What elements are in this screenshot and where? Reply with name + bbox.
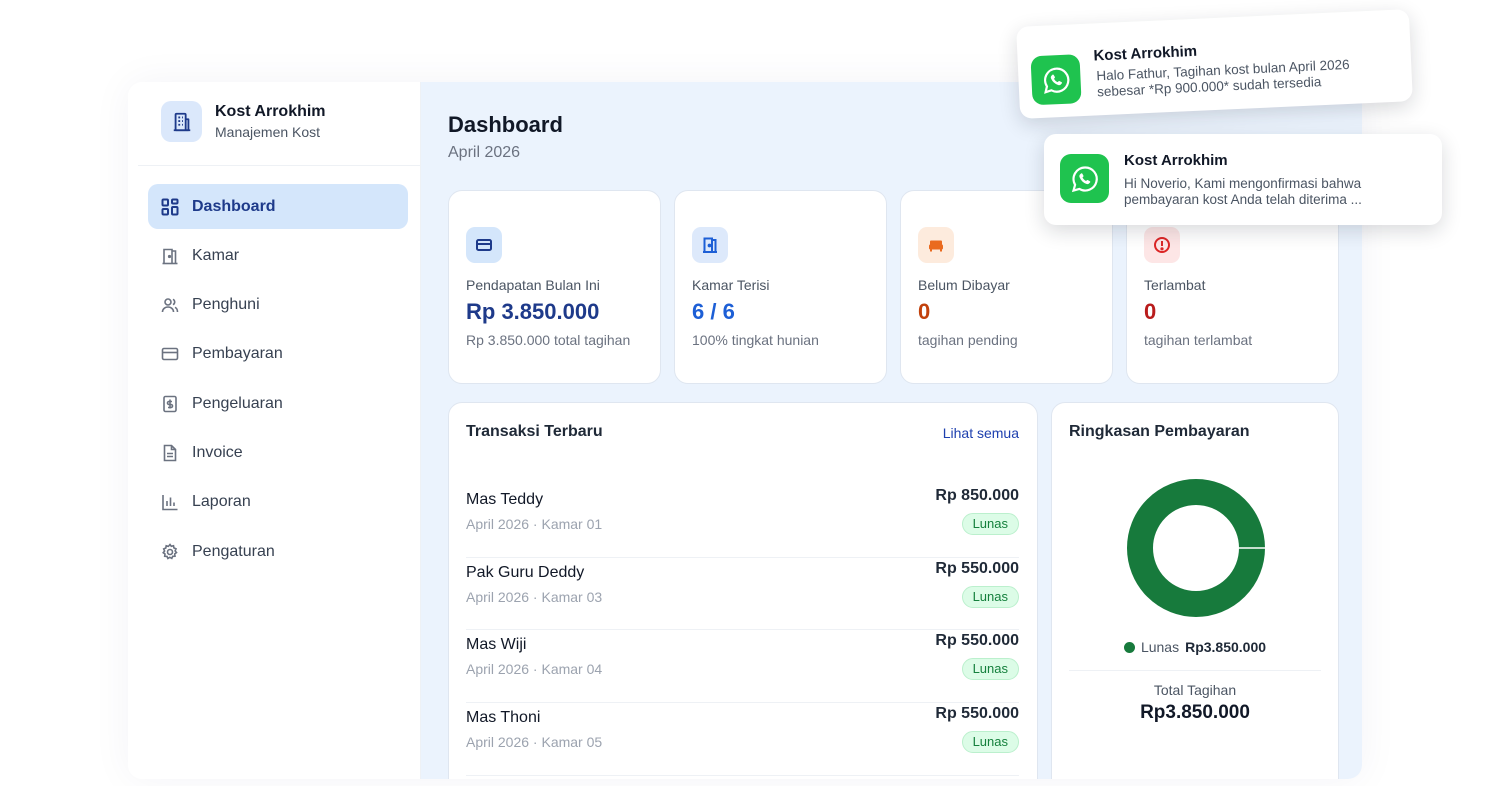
transaction-amount: Rp 850.000 bbox=[935, 487, 1019, 504]
stat-label: Terlambat bbox=[1144, 277, 1206, 293]
sidebar: Kost Arrokhim Manajemen Kost Dashboard K… bbox=[128, 82, 421, 779]
sidebar-divider bbox=[138, 165, 420, 166]
sidebar-item-kamar[interactable]: Kamar bbox=[148, 233, 408, 278]
stat-note: 100% tingkat hunian bbox=[692, 332, 819, 348]
transaction-meta: April 2026 · Kamar 05 bbox=[466, 734, 603, 751]
transactions-list: Mas Teddy April 2026 · Kamar 01 Rp 850.0… bbox=[466, 485, 1019, 776]
card-icon bbox=[466, 227, 502, 263]
whatsapp-notification-1[interactable]: Kost Arrokhim Halo Fathur, Tagihan kost … bbox=[1016, 9, 1413, 119]
legend-swatch bbox=[1123, 642, 1135, 653]
receipt-icon bbox=[161, 395, 179, 413]
stat-value: 6 / 6 bbox=[692, 299, 735, 324]
stat-value: 0 bbox=[1144, 299, 1157, 324]
page-period: April 2026 bbox=[448, 144, 521, 161]
document-icon bbox=[161, 444, 179, 462]
stat-value: 0 bbox=[918, 299, 931, 324]
tenant-name: Mas Wiji bbox=[466, 636, 527, 654]
brand-name: Kost Arrokhim bbox=[215, 103, 326, 120]
grid-icon bbox=[161, 198, 179, 216]
brand: Kost Arrokhim Manajemen Kost bbox=[161, 101, 326, 142]
sidebar-item-label: Invoice bbox=[192, 443, 243, 461]
users-icon bbox=[161, 296, 179, 314]
transaction-amount: Rp 550.000 bbox=[935, 559, 1019, 577]
sidebar-item-label: Dashboard bbox=[192, 197, 276, 215]
tenant-name: Mas Teddy bbox=[466, 491, 544, 508]
transaction-row[interactable]: Mas Wiji April 2026 · Kamar 04 Rp 550.00… bbox=[466, 630, 1019, 704]
transaction-row[interactable]: Mas Teddy April 2026 · Kamar 01 Rp 850.0… bbox=[466, 485, 1019, 558]
stat-note: tagihan terlambat bbox=[1144, 332, 1253, 348]
sidebar-item-dashboard[interactable]: Dashboard bbox=[148, 184, 408, 229]
door-icon bbox=[161, 247, 179, 265]
sidebar-item-laporan[interactable]: Laporan bbox=[148, 480, 408, 525]
status-badge: Lunas bbox=[961, 658, 1019, 681]
sidebar-item-penghuni[interactable]: Penghuni bbox=[148, 283, 408, 328]
brand-subtitle: Manajemen Kost bbox=[215, 124, 321, 140]
sidebar-item-pengaturan[interactable]: Pengaturan bbox=[148, 529, 408, 574]
tenant-name: Pak Guru Deddy bbox=[466, 563, 585, 581]
transactions-title: Transaksi Terbaru bbox=[466, 423, 603, 440]
sidebar-item-label: Pembayaran bbox=[192, 345, 283, 363]
transaction-amount: Rp 550.000 bbox=[935, 632, 1019, 650]
notification-body: Hi Noverio, Kami mengonfirmasi bahwa pem… bbox=[1124, 176, 1362, 208]
page-title: Dashboard bbox=[448, 112, 563, 137]
sofa-icon bbox=[918, 227, 954, 263]
bar-chart-icon bbox=[161, 493, 179, 511]
payment-donut-chart bbox=[1127, 479, 1265, 617]
summary-title: Ringkasan Pembayaran bbox=[1069, 423, 1250, 440]
building-icon bbox=[161, 101, 202, 142]
notification-body: Halo Fathur, Tagihan kost bulan April 20… bbox=[1096, 57, 1351, 100]
sidebar-nav: Dashboard Kamar Penghuni Pembayaran Peng… bbox=[148, 184, 408, 578]
sidebar-item-label: Laporan bbox=[192, 493, 251, 511]
total-label: Total Tagihan bbox=[1153, 682, 1237, 698]
notification-title: Kost Arrokhim bbox=[1093, 42, 1198, 65]
notification-title: Kost Arrokhim bbox=[1124, 152, 1228, 169]
legend-value: Rp3.850.000 bbox=[1185, 639, 1267, 655]
whatsapp-icon bbox=[1030, 54, 1082, 106]
transactions-panel: Transaksi Terbaru Lihat semua Mas Teddy … bbox=[448, 402, 1038, 779]
alert-icon bbox=[1144, 227, 1180, 263]
total-value: Rp3.850.000 bbox=[1140, 702, 1250, 723]
sidebar-item-pengeluaran[interactable]: Pengeluaran bbox=[148, 381, 408, 426]
stat-card-kamar-terisi: Kamar Terisi 6 / 6 100% tingkat hunian bbox=[674, 190, 887, 384]
stat-note: tagihan pending bbox=[918, 332, 1018, 348]
sidebar-item-pembayaran[interactable]: Pembayaran bbox=[148, 332, 408, 377]
summary-divider bbox=[1069, 670, 1321, 671]
payment-summary-panel: Ringkasan Pembayaran Lunas Rp3.850.000 To… bbox=[1051, 402, 1339, 779]
stat-label: Kamar Terisi bbox=[692, 277, 770, 293]
whatsapp-notification-2[interactable]: Kost Arrokhim Hi Noverio, Kami mengonfir… bbox=[1044, 134, 1442, 225]
transaction-row[interactable]: Mas Thoni April 2026 · Kamar 05 Rp 550.0… bbox=[466, 703, 1019, 776]
sidebar-item-invoice[interactable]: Invoice bbox=[148, 430, 408, 475]
sidebar-item-label: Penghuni bbox=[192, 296, 260, 314]
sidebar-item-label: Pengaturan bbox=[192, 542, 275, 560]
notification-line: pembayaran kost Anda telah diterima ... bbox=[1124, 192, 1362, 207]
stat-card-pendapatan: Pendapatan Bulan Ini Rp 3.850.000 Rp 3.8… bbox=[448, 190, 661, 384]
chart-legend: Lunas Rp3.850.000 bbox=[1052, 639, 1338, 655]
credit-card-icon bbox=[161, 345, 179, 363]
whatsapp-icon bbox=[1060, 154, 1109, 203]
transaction-meta: April 2026 · Kamar 04 bbox=[466, 661, 603, 678]
stat-label: Belum Dibayar bbox=[918, 277, 1010, 293]
door-icon bbox=[692, 227, 728, 263]
transaction-meta: April 2026 · Kamar 01 bbox=[466, 516, 603, 532]
legend-label: Lunas bbox=[1140, 639, 1180, 655]
transaction-row[interactable]: Pak Guru Deddy April 2026 · Kamar 03 Rp … bbox=[466, 558, 1019, 631]
tenant-name: Mas Thoni bbox=[466, 709, 541, 727]
status-badge: Lunas bbox=[961, 513, 1019, 535]
transaction-amount: Rp 550.000 bbox=[935, 705, 1019, 723]
gear-icon bbox=[161, 542, 179, 561]
sidebar-item-label: Kamar bbox=[192, 246, 240, 264]
sidebar-item-label: Pengeluaran bbox=[192, 394, 283, 412]
status-badge: Lunas bbox=[961, 731, 1019, 754]
status-badge: Lunas bbox=[961, 585, 1019, 608]
see-all-link[interactable]: Lihat semua bbox=[943, 425, 1019, 441]
transaction-meta: April 2026 · Kamar 03 bbox=[466, 588, 603, 605]
stat-note: Rp 3.850.000 total tagihan bbox=[466, 332, 631, 348]
stat-label: Pendapatan Bulan Ini bbox=[466, 277, 600, 293]
stat-value: Rp 3.850.000 bbox=[466, 299, 600, 324]
donut-slice-lunas[interactable] bbox=[1127, 479, 1265, 617]
notification-line: Hi Noverio, Kami mengonfirmasi bahwa bbox=[1124, 176, 1362, 191]
